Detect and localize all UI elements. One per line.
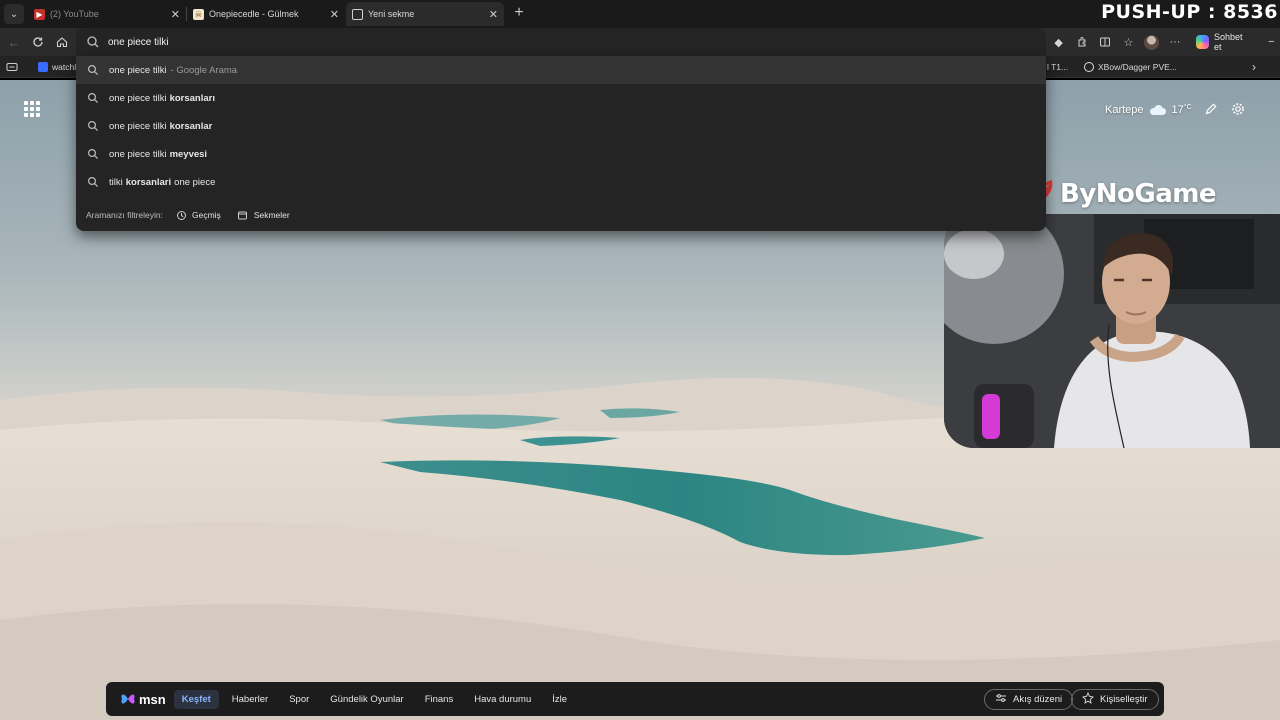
home-icon[interactable]: [52, 32, 72, 52]
close-tab-icon[interactable]: ✕: [489, 8, 498, 21]
settings-gear-icon[interactable]: [1229, 100, 1247, 118]
search-icon: [87, 64, 99, 76]
new-tab-button[interactable]: +: [510, 4, 528, 24]
tab-title: Yeni sekme: [368, 9, 415, 19]
nav-izle[interactable]: İzle: [544, 690, 575, 709]
personalize-button[interactable]: Kişiselleştir: [1071, 689, 1159, 710]
address-input[interactable]: [108, 33, 1008, 51]
copilot-chat-button[interactable]: Sohbet et: [1190, 32, 1257, 52]
sponsor-logo: ByNoGame: [1034, 176, 1217, 212]
webcam-overlay: [944, 214, 1280, 448]
pushup-counter: PUSH-UP : 8536: [1101, 1, 1278, 23]
edit-pencil-icon[interactable]: [1202, 100, 1220, 118]
msn-logo[interactable]: msn: [120, 691, 166, 707]
app-launcher-icon[interactable]: [24, 101, 40, 117]
back-icon[interactable]: ←: [4, 32, 24, 52]
nav-finans[interactable]: Finans: [417, 690, 462, 709]
new-tab-page-icon: [352, 8, 363, 20]
bookmark-xbow-dagger[interactable]: XBow/Dagger PVE...: [1084, 59, 1177, 75]
onepiecedle-icon: ☠: [193, 8, 204, 20]
close-tab-icon[interactable]: ✕: [171, 8, 180, 21]
bookmark-t1[interactable]: l T1...: [1047, 59, 1068, 75]
tabs-icon: [237, 209, 249, 221]
search-icon: [87, 92, 99, 104]
nav-gundelik-oyunlar[interactable]: Gündelik Oyunlar: [322, 690, 411, 709]
history-icon: [175, 209, 187, 221]
tab-onepiecedle[interactable]: ☠ Onepiecedle - Gülmek ✕: [187, 2, 345, 26]
sparkle-star-icon: [1082, 691, 1094, 707]
filter-history-button[interactable]: Geçmiş: [175, 209, 221, 221]
profile-avatar[interactable]: [1143, 33, 1160, 51]
toolbar-actions: ◆ ☆ ··· Sohbet et −: [1050, 28, 1280, 56]
suggestion-item[interactable]: one piece tilki korsanları: [76, 84, 1046, 112]
copilot-icon: [1195, 35, 1209, 49]
search-icon: [87, 120, 99, 132]
tab-actions-menu-button[interactable]: ⌄: [4, 4, 24, 24]
more-menu-icon[interactable]: ···: [1166, 33, 1183, 51]
weather-temperature: 17°C: [1171, 104, 1192, 116]
tab-youtube[interactable]: ▶ (2) YouTube ✕: [28, 2, 186, 26]
nav-hava-durumu[interactable]: Hava durumu: [466, 690, 539, 709]
search-icon: [87, 36, 99, 48]
weather-location: Kartepe: [1105, 104, 1144, 116]
close-tab-icon[interactable]: ✕: [330, 8, 339, 21]
search-filter-row: Aramanızı filtreleyin: Geçmiş Sekmeler: [86, 209, 290, 221]
search-icon: [87, 176, 99, 188]
tab-actions-icon[interactable]: [6, 59, 18, 75]
search-suggestions-dropdown: one piece tilki - Google Arama one piece…: [76, 56, 1046, 231]
extensions-icon[interactable]: [1073, 33, 1090, 51]
extension-diamond-icon[interactable]: ◆: [1050, 33, 1067, 51]
suggestion-item[interactable]: one piece tilki meyvesi: [76, 140, 1046, 168]
msn-butterfly-icon: [120, 691, 136, 707]
split-screen-icon[interactable]: [1097, 33, 1114, 51]
suggestion-item[interactable]: tilki korsanlari one piece: [76, 168, 1046, 196]
address-bar[interactable]: [76, 28, 1046, 56]
tab-new-tab[interactable]: Yeni sekme ✕: [346, 2, 504, 26]
refresh-icon[interactable]: [28, 32, 48, 52]
filter-tabs-button[interactable]: Sekmeler: [237, 209, 290, 221]
tab-title: (2) YouTube: [50, 9, 99, 19]
cloud-icon: [1149, 105, 1166, 115]
tab-title: Onepiecedle - Gülmek: [209, 9, 299, 19]
tab-strip: ⌄ ▶ (2) YouTube ✕ ☠ Onepiecedle - Gülmek…: [0, 0, 1280, 28]
nav-haberler[interactable]: Haberler: [224, 690, 276, 709]
bookmark-favicon-icon: [38, 62, 48, 72]
weather-widget[interactable]: Kartepe 17°C: [1105, 100, 1192, 120]
youtube-icon: ▶: [34, 8, 45, 20]
favorites-icon[interactable]: ☆: [1120, 33, 1137, 51]
sliders-icon: [995, 693, 1007, 706]
suggestion-item[interactable]: one piece tilki - Google Arama: [76, 56, 1046, 84]
chevron-right-icon[interactable]: ›: [1252, 59, 1256, 75]
sidebar-minus-icon[interactable]: −: [1263, 33, 1280, 51]
suggestion-item[interactable]: one piece tilki korsanlar: [76, 112, 1046, 140]
msn-feed-bar: msn Keşfet Haberler Spor Gündelik Oyunla…: [106, 682, 1164, 716]
bookmark-favicon-icon: [1084, 62, 1094, 72]
bookmark-watchlist[interactable]: watchl: [38, 59, 76, 75]
feed-layout-button[interactable]: Akış düzeni: [984, 689, 1074, 710]
search-icon: [87, 148, 99, 160]
nav-kesfet[interactable]: Keşfet: [173, 689, 219, 709]
nav-spor[interactable]: Spor: [281, 690, 317, 709]
